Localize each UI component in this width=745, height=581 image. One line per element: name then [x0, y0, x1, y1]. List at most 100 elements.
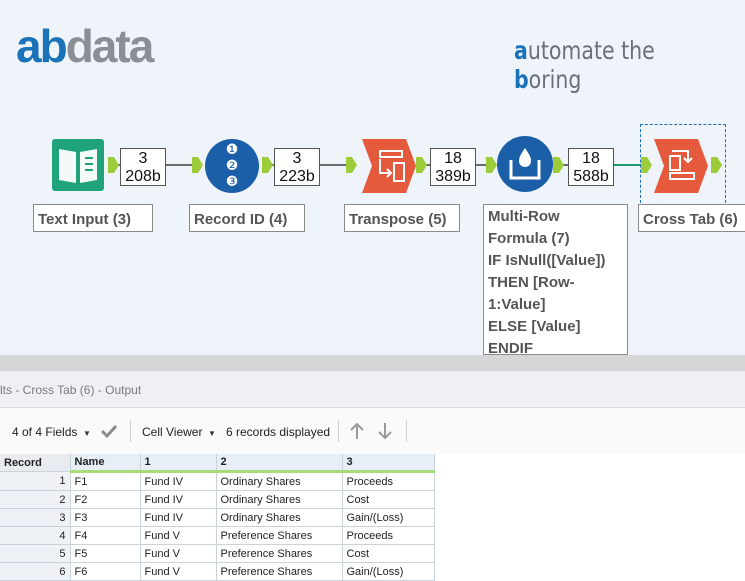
- column-header[interactable]: 1: [140, 454, 217, 473]
- cross-tab-icon: [654, 139, 708, 193]
- input-anchor[interactable]: [486, 157, 497, 173]
- label-line: THEN [Row-: [488, 274, 575, 291]
- row-number: 1: [0, 471, 71, 491]
- record-id-tool[interactable]: ❶ ❷ ❸: [205, 139, 259, 193]
- toolbar-separator: [406, 420, 407, 442]
- input-anchor[interactable]: [346, 157, 357, 173]
- table-row[interactable]: 6 F6 Fund V Preference Shares Gain/(Loss…: [0, 562, 435, 581]
- logo-data: data: [65, 20, 155, 72]
- tagline-part2: oring: [528, 65, 582, 94]
- table-row[interactable]: 3 F3 Fund IV Ordinary Shares Gain/(Loss): [0, 508, 435, 527]
- column-header[interactable]: Name: [70, 454, 141, 473]
- output-anchor[interactable]: [262, 157, 273, 173]
- splitter[interactable]: [0, 355, 745, 371]
- cell-viewer-dropdown[interactable]: Cell Viewer ▼: [142, 425, 216, 439]
- workflow-canvas[interactable]: abdata automate the boring 3 208b 3 223b…: [0, 0, 745, 355]
- column-header[interactable]: 2: [216, 454, 343, 473]
- column-header[interactable]: Record: [0, 454, 71, 472]
- fields-label: 4 of 4 Fields: [12, 425, 78, 439]
- results-toolbar: 4 of 4 Fields ▼ Cell Viewer ▼ 6 records …: [0, 408, 745, 454]
- tagline-b: b: [514, 65, 529, 94]
- connector: [612, 164, 642, 166]
- row-number: 5: [0, 544, 71, 563]
- table-cell[interactable]: Ordinary Shares: [216, 471, 343, 491]
- record-count-box: 18 389b: [430, 148, 476, 186]
- text-input-tool[interactable]: [52, 139, 104, 191]
- glyph-three: ❸: [225, 173, 239, 189]
- table-cell[interactable]: Ordinary Shares: [216, 508, 343, 527]
- row-number: 2: [0, 490, 71, 509]
- glyph-two: ❷: [225, 157, 239, 173]
- table-cell[interactable]: Proceeds: [342, 471, 435, 491]
- table-row[interactable]: 1 F1 Fund IV Ordinary Shares Proceeds: [0, 471, 435, 491]
- count-records: 18: [582, 150, 600, 167]
- count-size: 588b: [573, 168, 609, 185]
- row-number: 3: [0, 508, 71, 527]
- water-beaker-icon: [497, 136, 553, 192]
- label-line: 1:Value]: [488, 296, 546, 313]
- results-title: lts - Cross Tab (6) - Output: [0, 383, 142, 397]
- table-cell[interactable]: Ordinary Shares: [216, 490, 343, 509]
- table-cell[interactable]: F4: [70, 526, 141, 545]
- table-cell[interactable]: Cost: [342, 490, 435, 509]
- row-number: 6: [0, 562, 71, 581]
- fields-dropdown[interactable]: 4 of 4 Fields ▼: [12, 425, 91, 439]
- label-line: ELSE [Value]: [488, 318, 581, 335]
- transpose-icon: [362, 139, 416, 193]
- tool-label-record-id: Record ID (4): [189, 204, 305, 232]
- results-window-header: lts - Cross Tab (6) - Output: [0, 371, 745, 408]
- table-cell[interactable]: F5: [70, 544, 141, 563]
- table-row[interactable]: 4 F4 Fund V Preference Shares Proceeds: [0, 526, 435, 545]
- chevron-down-icon: ▼: [205, 429, 216, 438]
- column-header[interactable]: 3: [342, 454, 435, 473]
- table-cell[interactable]: Fund V: [140, 544, 217, 563]
- arrow-up-icon[interactable]: [348, 421, 366, 446]
- output-anchor[interactable]: [416, 157, 427, 173]
- table-cell[interactable]: Fund V: [140, 526, 217, 545]
- count-records: 3: [292, 150, 302, 167]
- output-anchor[interactable]: [553, 157, 564, 173]
- checkmark-icon[interactable]: [100, 423, 118, 444]
- output-anchor[interactable]: [108, 157, 119, 173]
- table-cell[interactable]: Fund IV: [140, 508, 217, 527]
- table-cell[interactable]: Preference Shares: [216, 544, 343, 563]
- logo-ab: ab: [16, 20, 68, 72]
- tagline-a: a: [514, 36, 528, 65]
- table-cell[interactable]: Fund IV: [140, 471, 217, 491]
- table-cell[interactable]: F6: [70, 562, 141, 581]
- table-cell[interactable]: F1: [70, 471, 141, 491]
- input-anchor[interactable]: [192, 157, 203, 173]
- table-cell[interactable]: Preference Shares: [216, 526, 343, 545]
- table-cell[interactable]: Proceeds: [342, 526, 435, 545]
- arrow-down-icon[interactable]: [376, 421, 394, 446]
- tool-label-text-input: Text Input (3): [33, 204, 153, 232]
- record-count-box: 3 223b: [274, 148, 320, 186]
- count-size: 223b: [279, 168, 315, 185]
- cross-tab-tool[interactable]: [654, 139, 708, 193]
- abdata-logo: abdata: [16, 20, 155, 72]
- tool-label-transpose: Transpose (5): [344, 204, 460, 232]
- cell-viewer-label: Cell Viewer: [142, 425, 203, 439]
- records-displayed: 6 records displayed: [226, 425, 331, 439]
- toolbar-separator: [130, 420, 131, 442]
- count-size: 389b: [435, 168, 471, 185]
- table-cell[interactable]: Fund V: [140, 562, 217, 581]
- tagline: automate the boring: [514, 36, 703, 94]
- table-cell[interactable]: Preference Shares: [216, 562, 343, 581]
- book-icon: [52, 139, 104, 191]
- table-cell[interactable]: Gain/(Loss): [342, 508, 435, 527]
- tool-label-cross-tab: Cross Tab (6): [638, 204, 745, 232]
- table-cell[interactable]: F3: [70, 508, 141, 527]
- count-records: 18: [444, 150, 462, 167]
- multi-row-formula-tool[interactable]: [497, 136, 553, 192]
- table-cell[interactable]: Fund IV: [140, 490, 217, 509]
- table-cell[interactable]: Cost: [342, 544, 435, 563]
- label-line: Formula (7): [488, 230, 570, 247]
- table-cell[interactable]: F2: [70, 490, 141, 509]
- record-count-box: 3 208b: [120, 148, 166, 186]
- toolbar-separator: [338, 420, 339, 442]
- table-cell[interactable]: Gain/(Loss): [342, 562, 435, 581]
- table-row[interactable]: 5 F5 Fund V Preference Shares Cost: [0, 544, 435, 563]
- transpose-tool[interactable]: [362, 139, 416, 193]
- table-row[interactable]: 2 F2 Fund IV Ordinary Shares Cost: [0, 490, 435, 509]
